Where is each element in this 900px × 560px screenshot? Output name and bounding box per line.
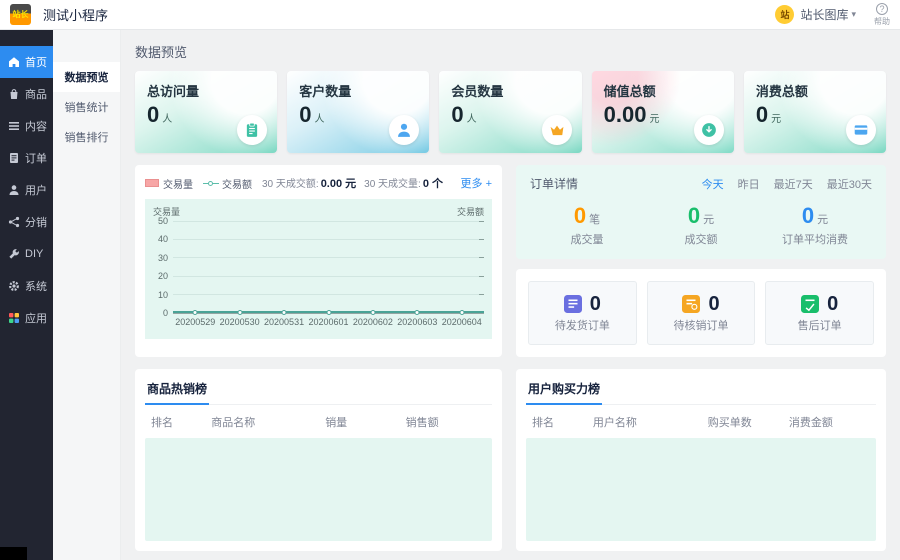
hot-products-headers: 排名 商品名称 销量 销售额	[145, 405, 492, 438]
sidebar-item-home[interactable]: 首页	[0, 46, 53, 78]
stat-title: 总访问量	[147, 81, 265, 100]
buying-power-title[interactable]: 用户购买力榜	[526, 379, 602, 405]
clipboard-icon	[237, 115, 267, 145]
more-link[interactable]: 更多 +	[461, 175, 492, 191]
hot-products-card: 商品热销榜 排名 商品名称 销量 销售额	[135, 369, 502, 551]
submenu-item-data-preview[interactable]: 数据预览	[53, 62, 120, 92]
hot-products-empty-body	[145, 438, 492, 541]
card-icon	[846, 115, 876, 145]
legend-swatch-volume[interactable]	[145, 179, 159, 187]
line-chart: 交易量 交易额 01020304050 20200529202005302020…	[145, 199, 492, 339]
x-axis-labels: 2020052920200530202005312020060120200602…	[173, 317, 484, 327]
order-details-card: 订单详情 今天 昨日 最近7天 最近30天 0笔 成交量 0元	[516, 165, 886, 259]
sidebar-item-distribution[interactable]: 分销	[0, 206, 53, 238]
stat-cards-row: 总访问量 0人 客户数量 0人 会员数量 0人	[135, 71, 886, 153]
tab-today[interactable]: 今天	[702, 176, 724, 192]
bag-icon	[8, 88, 20, 100]
user-icon	[8, 184, 20, 196]
buying-power-empty-body	[526, 438, 876, 541]
sidebar-item-apps[interactable]: 应用	[0, 302, 53, 334]
sidebar: 首页 商品 内容 订单 用户 分销 DIY 系统 应用	[0, 30, 53, 560]
hot-products-title[interactable]: 商品热销榜	[145, 379, 209, 405]
stat-card-customers: 客户数量 0人	[287, 71, 429, 153]
sidebar-item-content[interactable]: 内容	[0, 110, 53, 142]
order-details-title: 订单详情	[530, 175, 578, 192]
crown-icon	[542, 115, 572, 145]
transactions-chart-card: 交易量 交易额 30 天成交额:0.00 元30 天成交量:0 个 更多 + 交…	[135, 165, 502, 357]
buying-power-headers: 排名 用户名称 购买单数 消费金额	[526, 405, 876, 438]
y-axis-ticks: 01020304050	[153, 222, 173, 314]
main-content: 数据预览 总访问量 0人 客户数量 0人 会员数量 0人	[121, 30, 900, 560]
stat-title: 储值总额	[604, 81, 722, 100]
order-stat-average: 0元 订单平均消费	[758, 205, 872, 247]
stat-title: 客户数量	[299, 81, 417, 100]
after-sale-orders[interactable]: 0 售后订单	[765, 281, 874, 345]
stat-card-total-visits: 总访问量 0人	[135, 71, 277, 153]
document-icon	[8, 152, 20, 164]
submenu-item-sales-rank[interactable]: 销售排行	[53, 122, 120, 152]
help-button[interactable]: ? 帮助	[874, 3, 890, 27]
sidebar-item-system[interactable]: 系统	[0, 270, 53, 302]
list-icon	[8, 120, 20, 132]
topbar: 站长 测试小程序 站 站长图库 ▾ ? 帮助	[0, 0, 900, 30]
legend-label-amount[interactable]: 交易额	[222, 176, 252, 191]
tools-icon	[8, 248, 20, 260]
app-title: 测试小程序	[43, 5, 108, 24]
sidebar-item-products[interactable]: 商品	[0, 78, 53, 110]
sidebar-item-users[interactable]: 用户	[0, 174, 53, 206]
order-details-tabs: 今天 昨日 最近7天 最近30天	[702, 176, 872, 192]
verify-icon	[682, 295, 700, 313]
pending-verify-orders[interactable]: 0 待核销订单	[647, 281, 756, 345]
question-icon: ?	[876, 3, 888, 15]
pending-orders-card: 0 待发货订单 0 待核销订单 0 售后订单	[516, 269, 886, 357]
stat-title: 消费总额	[756, 81, 874, 100]
legend-marker-amount[interactable]	[203, 183, 219, 184]
stat-card-members: 会员数量 0人	[439, 71, 581, 153]
apps-icon	[8, 312, 20, 324]
sidebar-collapse-button[interactable]	[0, 547, 27, 560]
tab-last-30-days[interactable]: 最近30天	[827, 176, 872, 192]
plot-area	[173, 222, 484, 314]
order-stat-amount: 0元 成交额	[644, 205, 758, 247]
page-title: 数据预览	[135, 42, 886, 61]
tab-yesterday[interactable]: 昨日	[738, 176, 760, 192]
user-avatar[interactable]: 站	[775, 5, 794, 24]
home-icon	[8, 56, 20, 68]
share-icon	[8, 216, 20, 228]
buying-power-card: 用户购买力榜 排名 用户名称 购买单数 消费金额	[516, 369, 886, 551]
submenu: 数据预览 销售统计 销售排行	[53, 30, 121, 560]
tab-last-7-days[interactable]: 最近7天	[774, 176, 813, 192]
shipment-icon	[564, 295, 582, 313]
help-label: 帮助	[874, 16, 890, 27]
chart-summary: 30 天成交额:0.00 元30 天成交量:0 个	[262, 175, 451, 191]
right-axis-label: 交易额	[457, 205, 484, 218]
stat-card-stored-value: 储值总额 0.00元	[592, 71, 734, 153]
stat-title: 会员数量	[451, 81, 569, 100]
sidebar-item-diy[interactable]: DIY	[0, 238, 53, 270]
stat-card-consumption: 消费总额 0元	[744, 71, 886, 153]
person-icon	[389, 115, 419, 145]
user-menu-label: 站长图库	[800, 6, 848, 23]
submenu-item-sales-stats[interactable]: 销售统计	[53, 92, 120, 122]
user-menu-dropdown[interactable]: 站长图库 ▾	[800, 6, 856, 23]
legend-label-volume[interactable]: 交易量	[163, 176, 193, 191]
chevron-down-icon: ▾	[851, 9, 856, 20]
gear-icon	[8, 280, 20, 292]
pending-shipment-orders[interactable]: 0 待发货订单	[528, 281, 637, 345]
download-icon	[694, 115, 724, 145]
app-logo: 站长	[10, 4, 31, 25]
aftersale-icon	[801, 295, 819, 313]
sidebar-item-orders[interactable]: 订单	[0, 142, 53, 174]
order-stat-volume: 0笔 成交量	[530, 205, 644, 247]
